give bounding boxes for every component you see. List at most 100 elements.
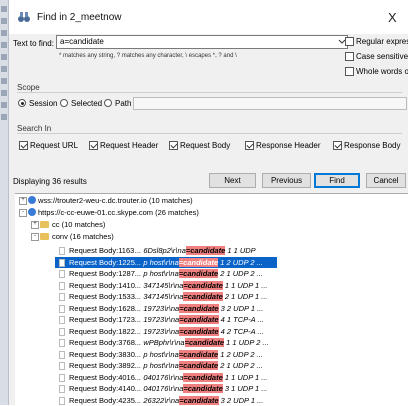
context-suffix: 1 1 UDP [225,246,256,255]
match-highlight: =candidate [184,338,224,347]
document-icon [59,339,65,347]
document-icon [59,373,65,382]
scope-path-radio[interactable] [104,99,112,107]
whole-words-checkbox[interactable] [345,67,354,76]
context-prefix: ... p host\r\na [135,349,179,359]
row-name: Request Body:1225 [69,257,135,267]
request-url-label: Request URL [30,141,79,150]
match-highlight: =candidate [183,292,223,301]
document-icon [59,281,65,290]
regex-checkbox[interactable] [345,37,354,46]
context-suffix: 4 2 TCP-A ... [218,326,264,336]
scope-divider [17,92,402,93]
tree-node-label: https://c-cc-euwe-01.cc.skype.com (26 ma… [38,208,199,217]
match-highlight: =candidate [178,349,219,359]
search-in-header: Search In [17,124,52,133]
table-row[interactable]: Request Body:1287... p host\r\na=candida… [55,268,277,279]
request-url-checkbox[interactable] [19,141,28,150]
table-row[interactable]: Request Body:1628... 19723\r\na=candidat… [55,303,277,314]
row-context: ... 6Dsl8p2\r\na=candidate 1 1 UDP [135,245,256,256]
scope-selected-radio[interactable] [60,99,68,107]
row-context: ... p host\r\na=candidate 2 1 UDP 2 ... [135,360,263,371]
match-highlight: =candidate [179,395,219,405]
table-row[interactable]: Request Body:1163... 6Dsl8p2\r\na=candid… [55,245,277,256]
row-context: ... 040176\r\na=candidate 3 1 UDP 1 ... [135,383,268,394]
context-prefix: ... 19723\r\na [135,303,180,313]
find-hint: * matches any string, ? matches any char… [59,53,237,59]
table-row[interactable]: Request Body:4235... 26322\r\na=candidat… [55,395,277,406]
table-row[interactable]: Request Body:4016... 040176\r\na=candida… [55,372,277,383]
tree-node-label: wss://trouter2-weu-c.dc.trouter.io (10 m… [38,196,193,205]
row-context: ... p host\r\na=candidate 2 1 UDP 2 ... [135,268,263,279]
response-body-label: Response Body [344,141,401,150]
table-row[interactable]: Request Body:3768... wPBphr\r\na=candida… [55,337,277,348]
find-input[interactable]: a=candidate [56,35,348,49]
match-highlight: =candidate [178,361,219,370]
find-input-value: a=candidate [60,37,104,46]
table-row[interactable]: Request Body:1822... 19723\r\na=candidat… [55,326,277,337]
table-row[interactable]: Request Body:1225... p host\r\na=candida… [55,256,277,268]
request-header-checkbox[interactable] [89,141,98,150]
row-context: ... 19723\r\na=candidate 4 2 TCP-A ... [135,326,264,337]
table-row[interactable]: Request Body:4140... 040176\r\na=candida… [55,383,277,394]
request-body-checkbox[interactable] [169,141,178,150]
table-row[interactable]: Request Body:3830... p host\r\na=candida… [55,349,277,360]
results-tree[interactable]: + wss://trouter2-weu-c.dc.trouter.io (10… [15,193,408,406]
document-icon [59,270,65,278]
row-context: ... wPBphr\r\na=candidate 1 1 UDP 2 ... [135,337,269,348]
document-icon [59,258,65,267]
scope-session-radio[interactable] [18,99,26,107]
match-highlight: =candidate [178,257,219,267]
background-app-strip [0,0,9,405]
binoculars-icon [18,12,30,22]
expander-icon[interactable]: + [19,197,27,205]
context-suffix: 3 1 UDP 1 ... [222,384,268,393]
context-suffix: 3 2 UDP 1 ... [218,395,264,405]
row-context: ... 19723\r\na=candidate 3 2 UDP 1 ... [135,303,263,314]
expander-icon[interactable]: - [19,209,27,217]
context-prefix: ... 26322\r\na [135,395,180,405]
document-icon [59,385,65,393]
response-body-checkbox[interactable] [333,141,342,150]
match-highlight: =candidate [179,303,219,313]
context-suffix: 1 2 UDP 2 ... [218,257,263,267]
previous-button[interactable]: Previous [262,173,311,188]
context-prefix: ... p host\r\na [135,269,179,278]
row-name: Request Body:4235 [69,395,135,405]
context-prefix: ... 040176\r\na [135,372,184,382]
context-suffix: 1 2 UDP 2 ... [218,349,263,359]
expander-icon[interactable]: + [31,221,39,229]
row-context: ... 347145\r\na=candidate 2 1 UDP 1 ... [135,291,268,302]
table-row[interactable]: Request Body:1410... 347145\r\na=candida… [55,280,277,291]
find-button[interactable]: Find [314,173,360,188]
table-row[interactable]: Request Body:3892... p host\r\na=candida… [55,360,277,371]
path-input[interactable] [133,97,407,110]
context-prefix: ... p host\r\na [135,361,179,370]
context-prefix: ... wPBphr\r\na [135,338,185,347]
document-icon [59,247,65,255]
document-icon [59,362,65,370]
context-suffix: 1 1 UDP 2 ... [224,338,269,347]
scope-session-label: Session [29,99,58,108]
tree-node-label: cc (10 matches) [52,220,106,229]
next-button[interactable]: Next [209,173,256,188]
context-prefix: ... 347145\r\na [135,292,184,301]
table-row[interactable]: Request Body:1723... 19723\r\na=candidat… [55,314,277,325]
row-context: ... p host\r\na=candidate 1 2 UDP 2 ... [135,257,263,268]
close-button[interactable]: X [388,10,397,25]
expander-icon[interactable]: - [31,233,39,241]
cancel-button[interactable]: Cancel [366,173,406,188]
table-row[interactable]: Request Body:1533... 347145\r\na=candida… [55,291,277,302]
request-header-label: Request Header [100,141,159,150]
case-sensitive-checkbox[interactable] [345,52,354,61]
row-context: ... 26322\r\na=candidate 3 2 UDP 1 ... [135,395,263,406]
response-header-checkbox[interactable] [245,141,254,150]
row-name: Request Body:1410 [69,280,135,290]
title-bar: Find in 2_meetnow X [9,0,408,34]
row-name: Request Body:3892 [69,361,135,370]
match-highlight: =candidate [185,246,226,255]
find-dialog: Find in 2_meetnow X Text to find: a=cand… [9,0,408,406]
scope-path-label: Path [115,99,132,108]
context-prefix: ... 347145\r\na [135,280,184,290]
row-name: Request Body:3768 [69,338,135,347]
